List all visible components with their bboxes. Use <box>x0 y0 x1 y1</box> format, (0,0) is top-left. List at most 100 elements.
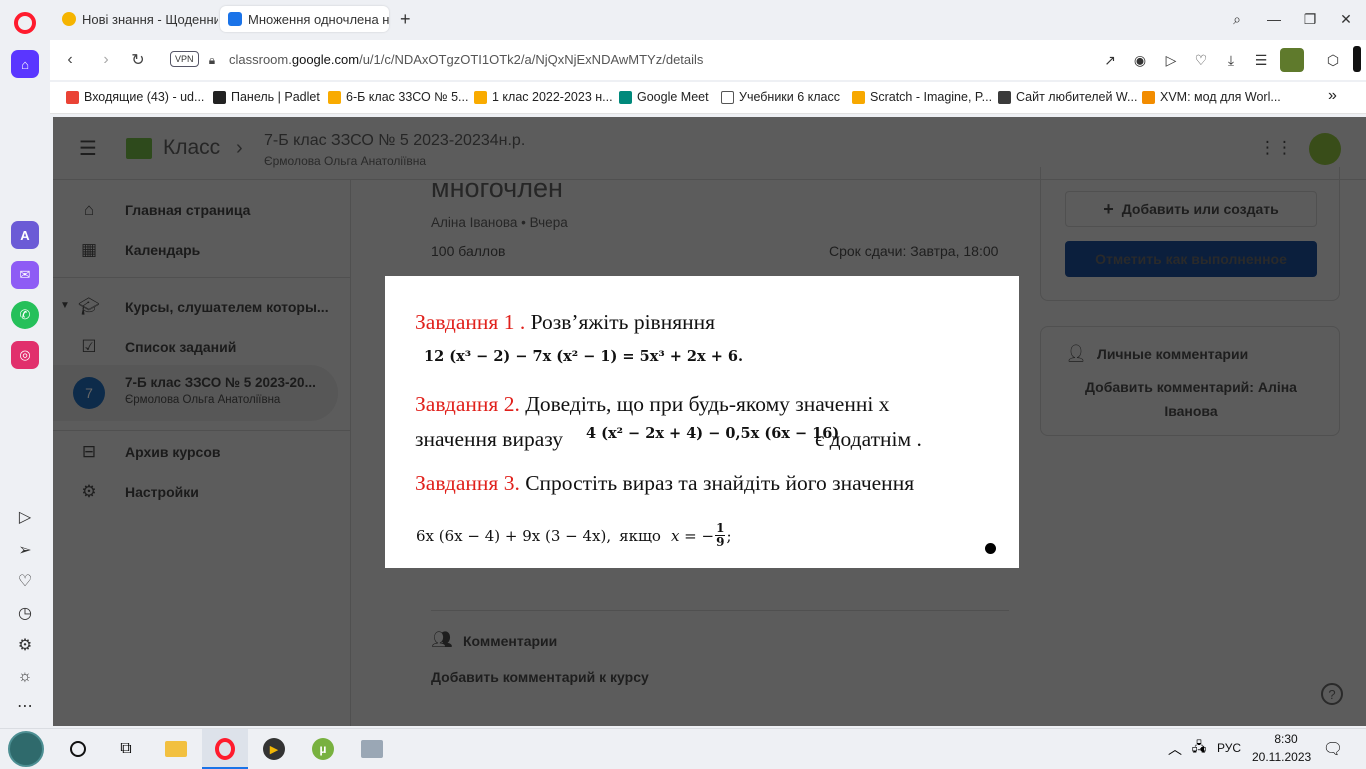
minimize-icon[interactable]: — <box>1265 10 1283 28</box>
help-button[interactable]: ? <box>1321 683 1343 705</box>
send-icon[interactable]: ➢ <box>15 540 35 560</box>
home-speed-dial-icon[interactable]: ⌂ <box>11 50 39 78</box>
sidebar-item-todo[interactable]: Список заданий <box>125 339 236 355</box>
opera-sidebar: ⌂ A ✉ ✆ ◎ ▷ ➢ ♡ ◷ ⚙ ☼ ⋯ <box>0 0 50 728</box>
volume-icon[interactable]: 🔈︎ <box>1192 737 1216 761</box>
url-field[interactable]: classroom.google.com/u/1/c/NDAxOTgzOTI1O… <box>229 52 703 67</box>
app-window-icon[interactable] <box>360 737 384 761</box>
bookmarks-more-button[interactable]: » <box>1328 87 1337 105</box>
task-3-text: Спростіть вираз та знайдіть його значенн… <box>525 471 915 495</box>
tab-novi-znannya[interactable]: Нові знання - Щоденник <box>54 6 218 32</box>
bookmark-6b-class[interactable]: 6-Б клас 33СО № 5... <box>328 90 468 104</box>
task-1-heading: Завдання 1 . Розв’яжіть рівняння <box>415 310 715 335</box>
aria-ai-icon[interactable]: A <box>11 221 39 249</box>
course-teacher: Єрмолова Ольга Анатоліївна <box>264 154 427 168</box>
file-explorer-icon[interactable] <box>164 737 188 761</box>
bookmark-wot-site[interactable]: Сайт любителей W... <box>998 90 1137 104</box>
share-icon[interactable]: ↗ <box>1101 51 1119 69</box>
apps-grid-icon[interactable]: ⋮⋮ <box>1259 137 1293 159</box>
classroom-icon <box>328 90 341 104</box>
sidebar-item-calendar[interactable]: Календарь <box>125 242 200 258</box>
messenger-icon[interactable]: ✉ <box>11 261 39 289</box>
bookmark-1-class[interactable]: 1 клас 2022-2023 н... <box>474 90 613 104</box>
media-player-icon[interactable]: ▶ <box>262 737 286 761</box>
tray-chevron-icon[interactable]: ︿ <box>1163 737 1187 761</box>
notifications-icon[interactable]: 🗨︎ <box>1321 737 1345 761</box>
task-2-line2-end: є додатнім . <box>815 427 922 451</box>
close-window-icon[interactable]: ✕ <box>1337 10 1355 28</box>
sidebar-item-archive[interactable]: Архив курсов <box>125 444 220 460</box>
history-icon[interactable]: ◷ <box>15 603 35 623</box>
sidebar-item-home[interactable]: Главная страница <box>125 202 250 218</box>
bookmark-padlet[interactable]: Панель | Padlet <box>213 90 320 104</box>
lock-icon[interactable]: 🔒︎ <box>202 50 222 70</box>
reload-icon[interactable]: ↻ <box>128 50 148 70</box>
bookmarks-bar: Входящие (43) - ud... Панель | Padlet 6-… <box>50 82 1366 114</box>
task-2-text: Доведіть, що при будь-якому значенні х <box>525 392 890 416</box>
search-circle-icon[interactable] <box>66 737 90 761</box>
search-tabs-icon[interactable]: ⌕ <box>1228 10 1246 28</box>
bookmark-scratch[interactable]: Scratch - Imagine, P... <box>852 90 992 104</box>
bookmark-xvm[interactable]: XVM: мод для Worl... <box>1142 90 1281 104</box>
back-arrow-icon[interactable]: ‹ <box>60 50 80 70</box>
bookmark-textbooks[interactable]: Учебники 6 класс <box>721 90 840 104</box>
bookmark-gmail[interactable]: Входящие (43) - ud... <box>66 90 204 104</box>
player-icon[interactable]: ▷ <box>15 507 35 527</box>
url-domain: google.com <box>291 52 360 67</box>
profile-avatar[interactable] <box>1280 48 1304 72</box>
download-icon[interactable]: ⤓ <box>1222 51 1240 69</box>
sun-icon <box>62 12 76 26</box>
sidebar-item-settings[interactable]: Настройки <box>125 484 199 500</box>
classroom-logo-icon[interactable] <box>126 138 152 159</box>
settings-icon[interactable]: ⚙ <box>15 635 35 655</box>
windows-taskbar: ⧉ ▶ µ ︿ 🖧︎ 🔈︎ РУС 8:30 20.11.2023 🗨︎ <box>0 728 1366 769</box>
assignment-author-line: Аліна Іванова • Вчера <box>431 215 568 230</box>
account-avatar[interactable] <box>1309 133 1341 165</box>
tab-mnozhennya[interactable]: Множення одночлена на <box>220 6 389 32</box>
task-3-if: якщо <box>619 526 661 545</box>
calendar-icon: ▦ <box>80 240 98 259</box>
add-class-comment-link[interactable]: Добавить комментарий к курсу <box>431 669 649 685</box>
url-prefix: classroom. <box>229 52 292 67</box>
snapshot-camera-icon[interactable]: ◉ <box>1131 51 1149 69</box>
expand-caret-icon[interactable]: ▼ <box>60 300 70 311</box>
app-name[interactable]: Класс <box>163 136 220 160</box>
clock-time[interactable]: 8:30 <box>1268 732 1304 746</box>
cursor-dot-icon <box>985 543 996 554</box>
more-icon[interactable]: ⋯ <box>15 696 35 716</box>
add-private-comment-link[interactable]: Добавить комментарий: Аліна Іванова <box>1065 375 1317 423</box>
clock-date[interactable]: 20.11.2023 <box>1252 750 1311 764</box>
task-view-icon[interactable]: ⧉ <box>114 737 138 761</box>
course-title[interactable]: 7-Б клас ЗЗСО № 5 2023-20234н.р. <box>264 132 525 150</box>
menu-hamburger-icon[interactable]: ☰ <box>77 137 99 160</box>
heart-icon[interactable]: ♡ <box>15 571 35 591</box>
scrollbar[interactable] <box>1353 46 1361 72</box>
opera-taskbar-icon[interactable] <box>213 737 237 761</box>
new-tab-button[interactable]: + <box>394 6 418 32</box>
fraction-numerator: 1 <box>715 521 726 536</box>
bookmark-heart-icon[interactable]: ♡ <box>1192 51 1210 69</box>
sidebar-item-enrolled[interactable]: Курсы, слушателем которы... <box>125 299 329 315</box>
assignment-title: многочлен <box>431 173 563 203</box>
restore-icon[interactable]: ❐ <box>1301 10 1319 28</box>
forward-arrow-icon[interactable]: › <box>96 50 116 70</box>
instagram-icon[interactable]: ◎ <box>11 341 39 369</box>
utorrent-icon[interactable]: µ <box>311 737 335 761</box>
easy-setup-icon[interactable]: ☰ <box>1252 51 1270 69</box>
bookmark-google-meet[interactable]: Google Meet <box>619 90 709 104</box>
whatsapp-icon[interactable]: ✆ <box>11 301 39 329</box>
url-path: /u/1/c/NDAxOTgzOTI1OTk2/a/NjQxNjExNDAwMT… <box>359 52 704 67</box>
start-button[interactable] <box>8 731 44 767</box>
class-comments-title: Комментарии <box>463 633 558 649</box>
flow-send-icon[interactable]: ▷ <box>1162 51 1180 69</box>
gmail-icon <box>66 90 79 104</box>
opera-logo-icon[interactable] <box>14 12 36 34</box>
task-2-line2-start: значення виразу <box>415 427 564 451</box>
add-or-create-button[interactable]: + Добавить или создать <box>1065 191 1317 227</box>
shield-icon <box>998 90 1011 104</box>
extensions-cube-icon[interactable]: ⬡ <box>1324 51 1342 69</box>
vpn-badge[interactable]: VPN <box>170 51 199 67</box>
input-language[interactable]: РУС <box>1217 741 1241 755</box>
mark-as-done-button[interactable]: Отметить как выполненное <box>1065 241 1317 277</box>
tips-bulb-icon[interactable]: ☼ <box>15 667 35 687</box>
